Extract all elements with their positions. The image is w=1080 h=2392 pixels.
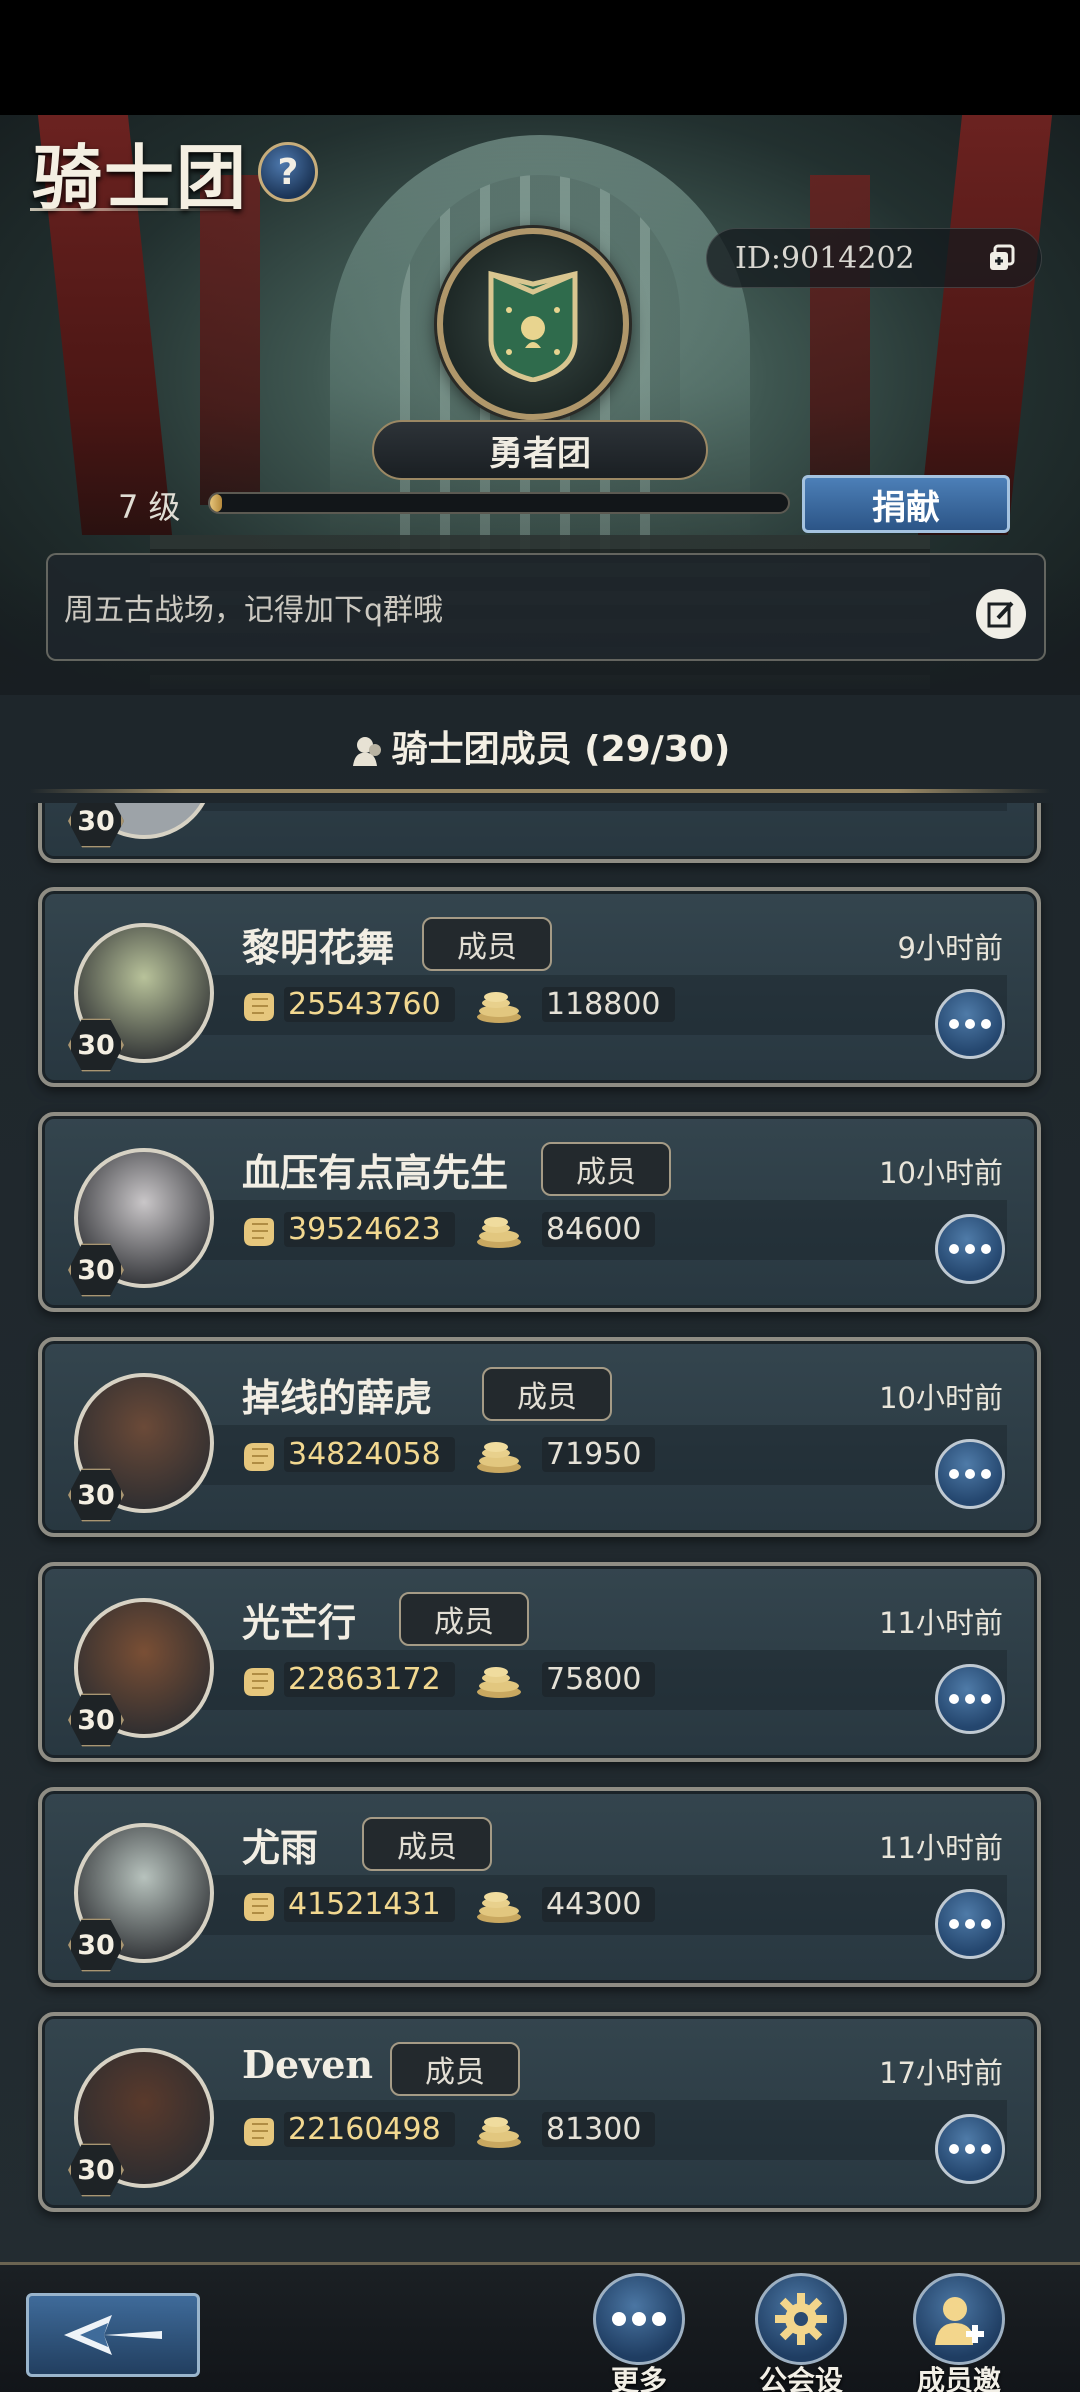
member-name: 血压有点高先生 [242, 1150, 509, 1195]
member-card-partial[interactable]: 30 [38, 803, 1041, 863]
power-fist-icon [244, 1443, 274, 1471]
more-label: 更多 [610, 2364, 667, 2392]
power-fist-icon [244, 1893, 274, 1921]
back-button[interactable] [26, 2293, 200, 2377]
member-more-button[interactable] [935, 1439, 1005, 1509]
last-online-time: 10小时前 [879, 1156, 1003, 1190]
coin-value: 71950 [542, 1437, 656, 1472]
power-fist-icon [244, 2118, 274, 2146]
power-fist-icon [244, 1668, 274, 1696]
edit-icon [987, 601, 1014, 628]
coin-value: 81300 [542, 2112, 656, 2147]
status-bar [0, 0, 1080, 115]
member-card[interactable]: 30 光芒行 成员 11小时前 22863172 75800 [38, 1562, 1041, 1762]
power-value: 22160498 [284, 2112, 455, 2147]
coin-stack-icon [477, 2117, 521, 2148]
member-card[interactable]: 30 血压有点高先生 成员 10小时前 39524623 84600 [38, 1112, 1041, 1312]
last-online-time: 11小时前 [879, 1831, 1003, 1865]
last-online-time: 10小时前 [879, 1381, 1003, 1415]
members-title: 骑士团成员 (29/30) [391, 729, 731, 770]
edit-notice-button[interactable] [976, 589, 1026, 639]
power-value: 39524623 [284, 1212, 455, 1247]
last-online-time: 9小时前 [897, 931, 1003, 965]
coin-value: 75800 [542, 1662, 656, 1697]
coin-stack-icon [477, 1667, 521, 1698]
power-value: 22863172 [284, 1662, 455, 1697]
coin-value: 118800 [542, 987, 675, 1022]
members-header: 骑士团成员 (29/30) [0, 720, 1080, 772]
guild-id-box: ID:9014202 [706, 228, 1042, 288]
header-divider [30, 789, 1050, 793]
member-more-button[interactable] [935, 989, 1005, 1059]
guild-settings-button[interactable]: 公会设置 [746, 2273, 856, 2392]
role-tag: 成员 [390, 2042, 520, 2096]
role-tag: 成员 [362, 1817, 492, 1871]
member-more-button[interactable] [935, 1664, 1005, 1734]
member-card[interactable]: 30 尤雨 成员 11小时前 41521431 44300 [38, 1787, 1041, 1987]
title-underline [30, 208, 240, 211]
guild-level: 7 级 [118, 488, 181, 526]
role-tag: 成员 [399, 1592, 529, 1646]
member-name: 掉线的薛虎 [242, 1375, 433, 1420]
guild-emblem[interactable] [437, 228, 629, 420]
coin-value: 44300 [542, 1887, 656, 1922]
invite-member-button[interactable]: 成员邀请 [904, 2273, 1014, 2392]
guild-notice: 周五古战场，记得加下q群哦 [46, 553, 1046, 661]
role-tag: 成员 [541, 1142, 671, 1196]
donate-button[interactable]: 捐献 [802, 475, 1010, 533]
coin-stack-icon [477, 992, 521, 1023]
copy-icon[interactable] [987, 244, 1017, 274]
bottom-bar: 更多 公会设置 [0, 2262, 1080, 2392]
last-online-time: 17小时前 [879, 2056, 1003, 2090]
power-value: 34824058 [284, 1437, 455, 1472]
coin-stack-icon [477, 1892, 521, 1923]
guild-name: 勇者团 [372, 420, 708, 480]
members-icon [352, 737, 381, 766]
role-tag: 成员 [482, 1367, 612, 1421]
member-more-button[interactable] [935, 1214, 1005, 1284]
coin-stack-icon [477, 1442, 521, 1473]
last-online-time: 11小时前 [879, 1606, 1003, 1640]
shield-icon [488, 270, 578, 382]
invite-label: 成员邀请 [916, 2364, 1001, 2392]
guild-id: ID:9014202 [735, 241, 915, 276]
power-value: 41521431 [284, 1887, 455, 1922]
power-value: 25543760 [284, 987, 455, 1022]
notice-text: 周五古战场，记得加下q群哦 [64, 593, 444, 628]
power-fist-icon [244, 993, 274, 1021]
level-progress-fill [210, 494, 222, 512]
coin-stack-icon [477, 1217, 521, 1248]
member-name: Deven [242, 2042, 374, 2087]
add-user-icon [935, 2297, 984, 2345]
member-name: 光芒行 [242, 1600, 357, 1645]
power-fist-icon [244, 1218, 274, 1246]
level-badge: 30 [68, 803, 124, 848]
help-button[interactable]: ? [258, 142, 318, 202]
member-more-button[interactable] [935, 2114, 1005, 2184]
gear-icon [775, 2293, 827, 2345]
member-list[interactable]: 30 30 黎明花舞 成员 9小时前 25543760 118800 30 血压有点高先生 成员… [0, 803, 1080, 2273]
member-card[interactable]: 30 Deven 成员 17小时前 22160498 81300 [38, 2012, 1041, 2212]
back-arrow-icon [64, 2315, 162, 2355]
member-more-button[interactable] [935, 1889, 1005, 1959]
guild-settings-label: 公会设置 [758, 2364, 843, 2392]
coin-value: 84600 [542, 1212, 656, 1247]
member-card[interactable]: 30 掉线的薛虎 成员 10小时前 34824058 71950 [38, 1337, 1041, 1537]
more-menu-button[interactable]: 更多 [584, 2273, 694, 2392]
member-name: 尤雨 [242, 1825, 319, 1870]
members-panel: 骑士团成员 (29/30) 30 30 黎明花舞 成员 9小时前 25543760 118… [0, 695, 1080, 2275]
member-name: 黎明花舞 [242, 925, 395, 970]
member-card[interactable]: 30 黎明花舞 成员 9小时前 25543760 118800 [38, 887, 1041, 1087]
ellipsis-icon [612, 2312, 666, 2326]
role-tag: 成员 [422, 917, 552, 971]
level-progress-bar [208, 492, 790, 514]
